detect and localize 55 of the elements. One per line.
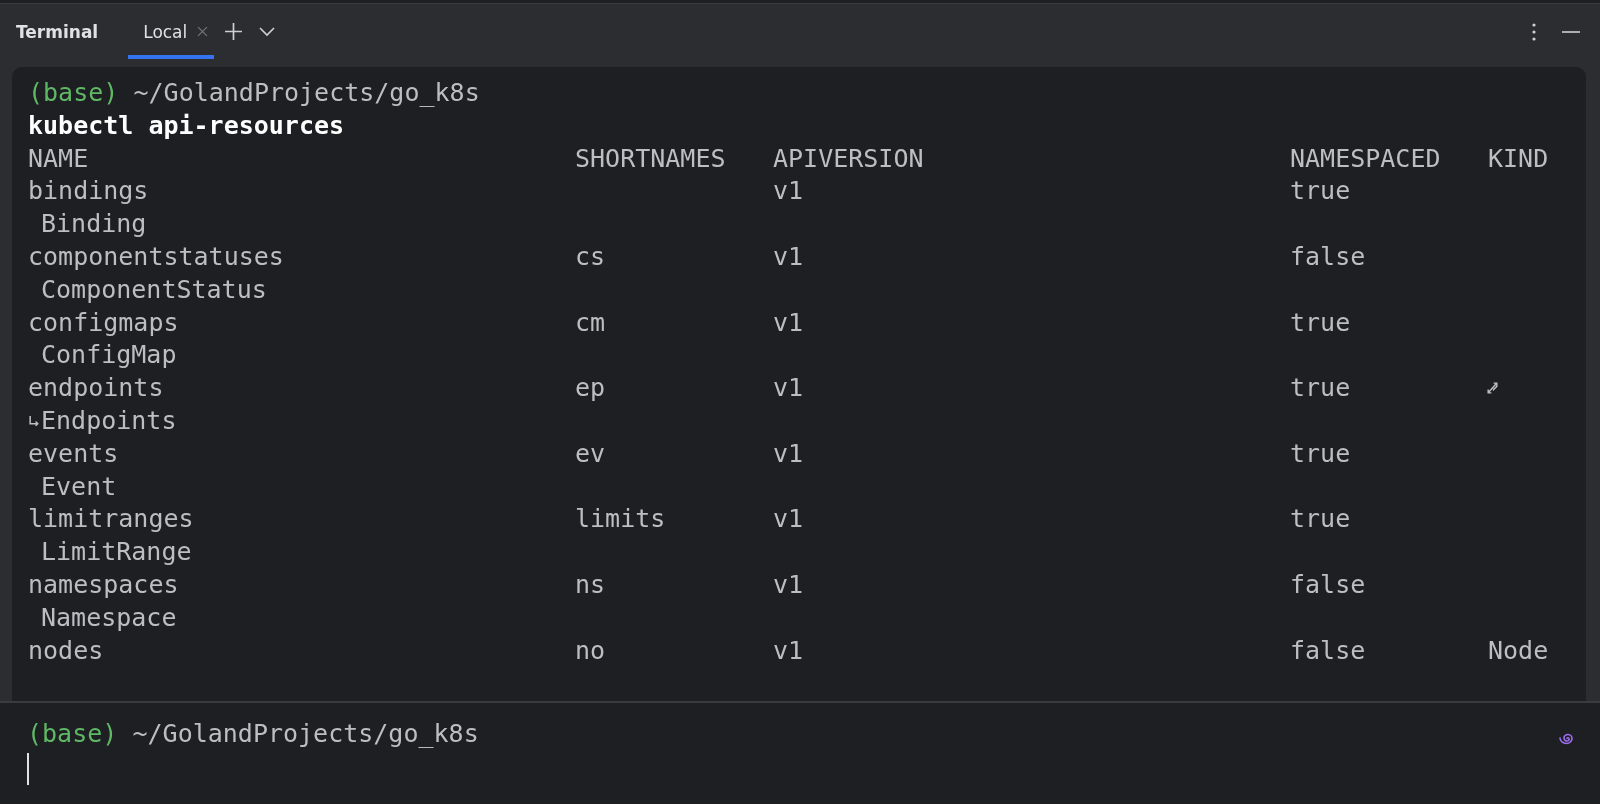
resource-kind: Namespace (41, 601, 177, 634)
command-text: kubectl api-resources (28, 109, 345, 142)
column-header: NAMESPACED (1290, 143, 1441, 173)
resource-namespaced: true (1290, 504, 1351, 534)
resource-apiversion: v1 (773, 569, 804, 599)
resource-shortname: limits (575, 504, 666, 534)
prompt-env: (base) (28, 77, 119, 109)
resource-shortname: no (575, 635, 606, 665)
text-cursor (27, 752, 29, 785)
resource-name: endpoints (28, 373, 164, 403)
resource-apiversion: v1 (773, 635, 804, 665)
resource-namespaced: false (1290, 569, 1366, 599)
resource-name: bindings (28, 176, 149, 206)
close-icon[interactable] (197, 26, 209, 37)
resource-kind: Node (1488, 635, 1549, 665)
terminal-tab[interactable]: Local (128, 4, 215, 59)
resource-namespaced: false (1290, 242, 1366, 271)
resource-namespaced: true (1290, 373, 1351, 403)
resource-apiversion: v1 (773, 176, 804, 206)
resource-namespaced: true (1290, 307, 1351, 337)
resource-name: nodes (28, 635, 104, 665)
resource-shortname: ns (575, 569, 606, 599)
panel-title: Terminal (16, 21, 99, 42)
resource-kind: Event (41, 470, 117, 503)
resource-apiversion: v1 (773, 504, 804, 534)
column-header: NAME (28, 143, 89, 173)
column-header: KIND (1488, 143, 1549, 173)
resource-name: configmaps (28, 307, 179, 337)
resource-kind: ConfigMap (41, 339, 177, 372)
resource-name: namespaces (28, 569, 179, 599)
resource-name: limitranges (28, 504, 194, 534)
resource-namespaced: false (1290, 635, 1366, 665)
wrap-arrow-icon (28, 414, 41, 428)
resource-namespaced: true (1290, 438, 1351, 468)
column-header: APIVERSION (773, 143, 924, 173)
resource-name: events (28, 438, 119, 468)
resource-kind: LimitRange (41, 536, 192, 569)
diagonal-arrow-icon (1486, 382, 1499, 396)
resource-shortname: ev (575, 438, 606, 468)
prompt-env: (base) (27, 718, 118, 750)
resource-kind: ComponentStatus (41, 273, 267, 306)
resource-shortname: cm (575, 307, 606, 337)
resource-name: componentstatuses (28, 242, 284, 271)
prompt-path: ~/GolandProjects/go_k8s (132, 718, 479, 750)
resource-kind: Endpoints (41, 404, 177, 437)
column-header: SHORTNAMES (575, 143, 726, 173)
resource-apiversion: v1 (773, 242, 804, 271)
resource-apiversion: v1 (773, 373, 804, 403)
resource-apiversion: v1 (773, 307, 804, 337)
prompt-path: ~/GolandProjects/go_k8s (133, 77, 480, 109)
resource-shortname: cs (575, 242, 606, 271)
resource-shortname: ep (575, 373, 606, 403)
resource-namespaced: true (1290, 176, 1351, 206)
resource-apiversion: v1 (773, 438, 804, 468)
resource-kind: Binding (41, 208, 147, 241)
